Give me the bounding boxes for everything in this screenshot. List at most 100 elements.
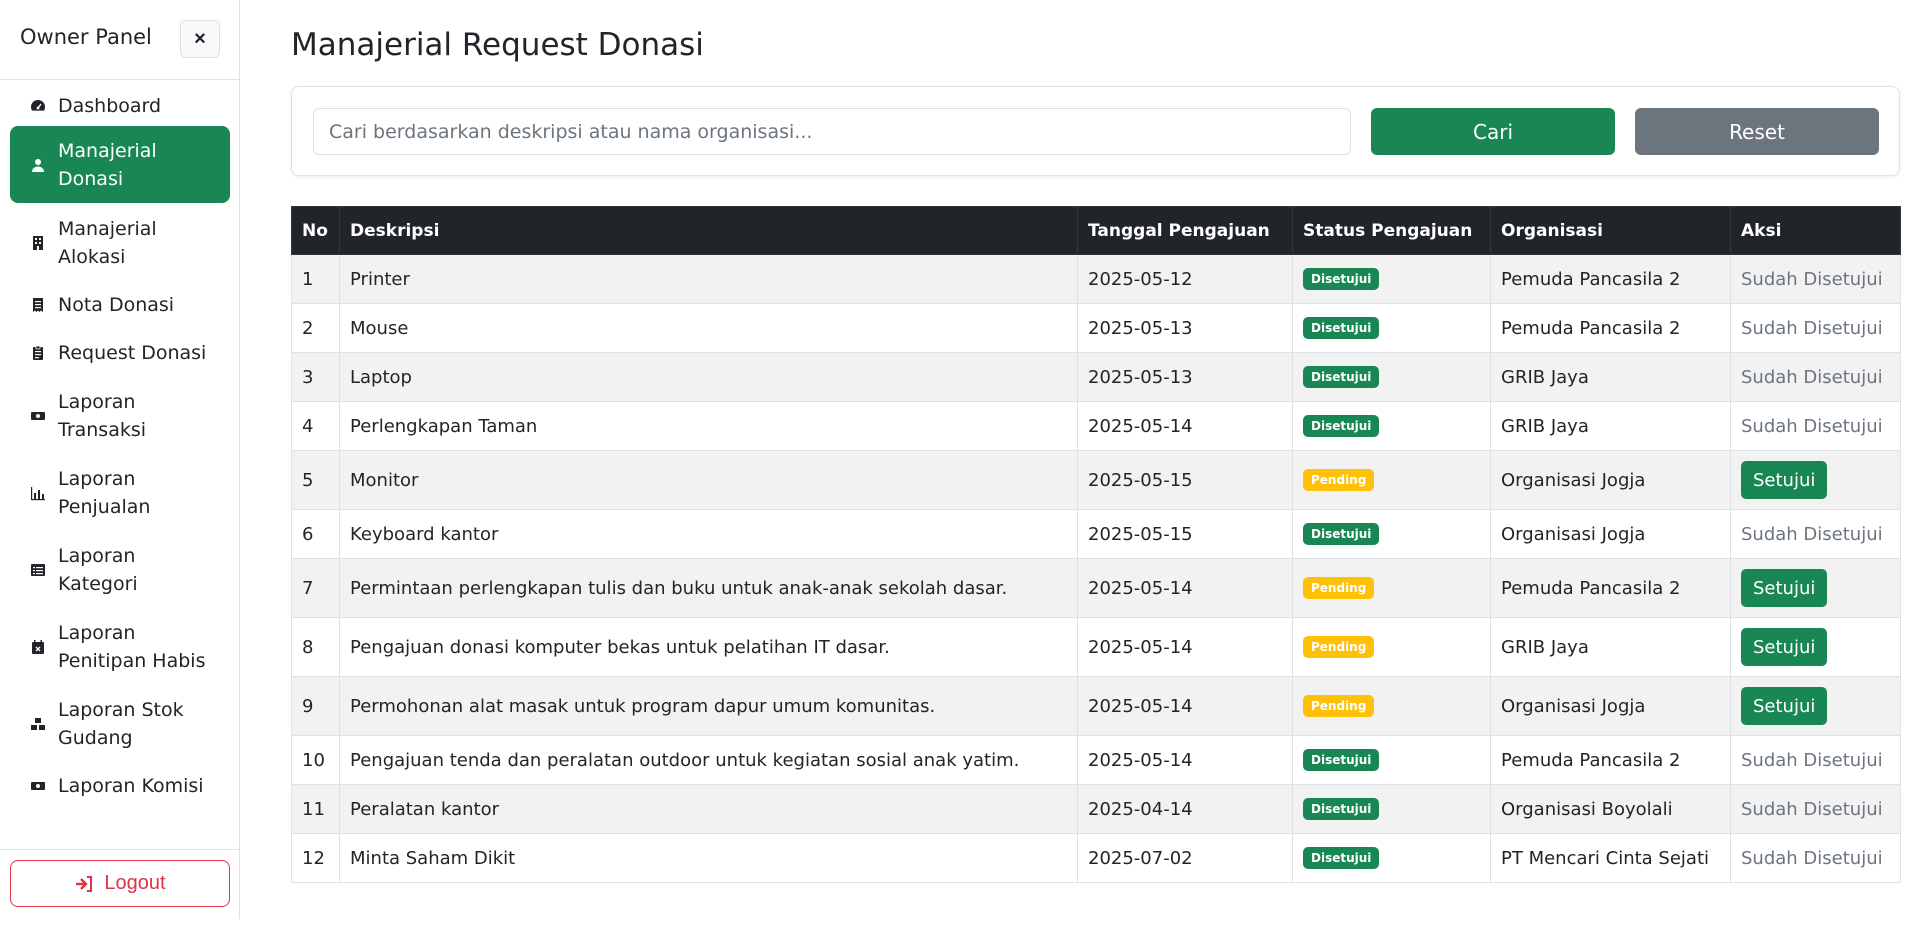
sidebar-item-laporan-stok-gudang[interactable]: Laporan Stok Gudang: [10, 685, 230, 762]
cell-tanggal: 2025-05-14: [1077, 676, 1293, 736]
approved-text: Sudah Disetujui: [1741, 317, 1883, 339]
approve-button[interactable]: Setujui: [1741, 687, 1828, 725]
status-badge: Disetujui: [1303, 317, 1380, 339]
logout-button[interactable]: Logout: [10, 860, 230, 907]
cell-deskripsi: Printer: [339, 254, 1078, 304]
approved-text: Sudah Disetujui: [1741, 847, 1883, 869]
table-row: 12 Minta Saham Dikit 2025-07-02 Disetujui PT…: [291, 833, 1901, 883]
cell-status: Pending: [1292, 450, 1491, 510]
table-row: 7 Permintaan perlengkapan tulis dan buku …: [291, 558, 1901, 618]
sidebar-item-label: Laporan Stok Gudang: [58, 698, 184, 749]
sidebar-divider: [0, 849, 239, 850]
cell-status: Pending: [1292, 558, 1491, 618]
sidebar-item-laporan-kategori[interactable]: Laporan Kategori: [10, 531, 230, 608]
cell-status: Disetujui: [1292, 401, 1491, 451]
status-badge: Disetujui: [1303, 366, 1380, 388]
sidebar-item-nota-donasi[interactable]: Nota Donasi: [10, 281, 230, 329]
page-title: Manajerial Request Donasi: [291, 27, 704, 63]
table-row: 5 Monitor 2025-05-15 Pending Organisasi Jogj…: [291, 450, 1901, 510]
sidebar-item-dashboard[interactable]: Dashboard: [10, 88, 230, 124]
cell-deskripsi: Permintaan perlengkapan tulis dan buku u…: [339, 558, 1078, 618]
cell-tanggal: 2025-05-14: [1077, 558, 1293, 618]
column-header-deskripsi: Deskripsi: [339, 206, 1078, 255]
cell-tanggal: 2025-04-14: [1077, 784, 1293, 834]
sidebar-item-label: Laporan Kategori: [58, 544, 138, 595]
sidebar-item-laporan-komisi[interactable]: Laporan Komisi: [10, 762, 230, 810]
building-icon: [30, 235, 46, 251]
sidebar-item-manajerial-donasi[interactable]: Manajerial Donasi: [10, 126, 230, 203]
status-badge: Disetujui: [1303, 415, 1380, 437]
cell-aksi: Sudah Disetujui: [1730, 401, 1901, 451]
search-card: Cari Reset: [291, 86, 1900, 176]
close-icon: ×: [194, 27, 206, 50]
sidebar-item-laporan-penjualan[interactable]: Laporan Penjualan: [10, 454, 230, 531]
money-icon: [30, 778, 46, 794]
sidebar-item-label: Request Donasi: [58, 342, 207, 364]
column-header-status: Status Pengajuan: [1292, 206, 1491, 255]
cell-status: Disetujui: [1292, 735, 1491, 785]
cell-no: 9: [291, 676, 340, 736]
cell-tanggal: 2025-07-02: [1077, 833, 1293, 883]
table-row: 1 Printer 2025-05-12 Disetujui Pemuda Pancas…: [291, 254, 1901, 304]
cell-aksi: Sudah Disetujui: [1730, 254, 1901, 304]
cell-organisasi: GRIB Jaya: [1490, 617, 1731, 677]
sidebar-item-laporan-transaksi[interactable]: Laporan Transaksi: [10, 377, 230, 454]
close-sidebar-button[interactable]: ×: [180, 20, 220, 58]
approved-text: Sudah Disetujui: [1741, 749, 1883, 771]
status-badge: Disetujui: [1303, 749, 1380, 771]
cell-organisasi: Organisasi Boyolali: [1490, 784, 1731, 834]
cell-aksi: Sudah Disetujui: [1730, 509, 1901, 559]
sidebar-item-request-donasi[interactable]: Request Donasi: [10, 329, 230, 377]
sidebar-item-laporan-penitipan-habis[interactable]: Laporan Penitipan Habis: [10, 608, 230, 685]
column-header-aksi: Aksi: [1730, 206, 1901, 255]
cell-organisasi: Organisasi Jogja: [1490, 450, 1731, 510]
cell-tanggal: 2025-05-12: [1077, 254, 1293, 304]
sidebar: Owner Panel × Dashboard Manajerial Donas…: [0, 0, 240, 919]
cell-organisasi: GRIB Jaya: [1490, 352, 1731, 402]
cell-status: Disetujui: [1292, 254, 1491, 304]
sidebar-item-manajerial-alokasi[interactable]: Manajerial Alokasi: [10, 204, 230, 281]
cell-deskripsi: Keyboard kantor: [339, 509, 1078, 559]
sidebar-item-label: Laporan Penjualan: [58, 467, 151, 518]
table-row: 9 Permohonan alat masak untuk program dap…: [291, 676, 1901, 736]
cell-aksi: Sudah Disetujui: [1730, 784, 1901, 834]
status-badge: Pending: [1303, 577, 1375, 599]
search-button[interactable]: Cari: [1371, 108, 1615, 155]
sidebar-item-label: Nota Donasi: [58, 294, 175, 316]
cell-organisasi: Pemuda Pancasila 2: [1490, 254, 1731, 304]
status-badge: Disetujui: [1303, 798, 1380, 820]
approve-button[interactable]: Setujui: [1741, 628, 1828, 666]
approved-text: Sudah Disetujui: [1741, 415, 1883, 437]
cell-no: 6: [291, 509, 340, 559]
sidebar-header: Owner Panel ×: [0, 0, 239, 80]
cell-tanggal: 2025-05-13: [1077, 303, 1293, 353]
column-header-no: No: [291, 206, 340, 255]
cell-deskripsi: Mouse: [339, 303, 1078, 353]
cell-organisasi: Pemuda Pancasila 2: [1490, 735, 1731, 785]
cell-no: 1: [291, 254, 340, 304]
cell-status: Disetujui: [1292, 509, 1491, 559]
reset-button[interactable]: Reset: [1635, 108, 1879, 155]
money-icon: [30, 408, 46, 424]
cell-no: 8: [291, 617, 340, 677]
cell-deskripsi: Pengajuan tenda dan peralatan outdoor un…: [339, 735, 1078, 785]
cell-organisasi: Pemuda Pancasila 2: [1490, 558, 1731, 618]
cell-deskripsi: Permohonan alat masak untuk program dapu…: [339, 676, 1078, 736]
cell-no: 5: [291, 450, 340, 510]
cell-deskripsi: Monitor: [339, 450, 1078, 510]
cell-no: 12: [291, 833, 340, 883]
cell-aksi: Setujui: [1730, 558, 1901, 618]
table-row: 10 Pengajuan tenda dan peralatan outdoor …: [291, 735, 1901, 785]
status-badge: Pending: [1303, 695, 1375, 717]
logout-icon: [76, 875, 93, 892]
status-badge: Disetujui: [1303, 523, 1380, 545]
cell-aksi: Sudah Disetujui: [1730, 735, 1901, 785]
approve-button[interactable]: Setujui: [1741, 569, 1828, 607]
cell-no: 2: [291, 303, 340, 353]
table-header-row: No Deskripsi Tanggal Pengajuan Status Pe…: [291, 206, 1901, 255]
table-row: 6 Keyboard kantor 2025-05-15 Disetujui Organ…: [291, 509, 1901, 559]
search-input[interactable]: [313, 108, 1351, 155]
boxes-icon: [30, 716, 46, 732]
approve-button[interactable]: Setujui: [1741, 461, 1828, 499]
cell-deskripsi: Minta Saham Dikit: [339, 833, 1078, 883]
